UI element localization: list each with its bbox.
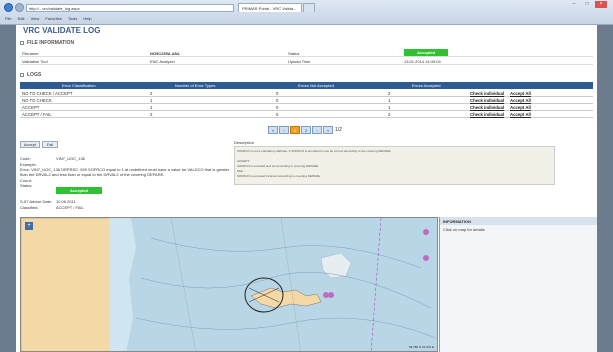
col-accepted: Errors Accepted bbox=[412, 83, 441, 88]
close-icon[interactable]: × bbox=[595, 1, 607, 8]
accept-all-link[interactable]: Accept All bbox=[510, 91, 531, 96]
description-line: SOFRCO is encoded and set according to c… bbox=[237, 164, 319, 168]
logs-table-header: Error Classification Number of Error Typ… bbox=[20, 82, 593, 89]
pager-page-2[interactable]: 2 bbox=[301, 126, 311, 134]
description-label: Description bbox=[234, 140, 255, 145]
back-icon[interactable] bbox=[4, 3, 13, 12]
accept-button[interactable]: Accept bbox=[20, 141, 40, 148]
cell-not-accepted: 0 bbox=[276, 105, 279, 110]
information-hint: Click on map for details bbox=[443, 227, 485, 232]
validation-tool-label: Validation Tool bbox=[22, 59, 48, 64]
information-title: INFORMATION bbox=[440, 217, 597, 225]
col-types: Number of Error Types bbox=[175, 83, 216, 88]
filename-value: NO5C255A.ANL bbox=[150, 51, 181, 56]
maximize-icon[interactable]: □ bbox=[581, 1, 593, 8]
collapse-icon bbox=[20, 72, 24, 77]
description-line bbox=[237, 154, 552, 158]
cell-classification: NO TO CHECK bbox=[22, 98, 52, 103]
pager-page-1[interactable]: 1 bbox=[290, 126, 300, 134]
table-row: NO TO CHECK 1 0 1 Check individual Accept All bbox=[20, 97, 593, 104]
cell-accepted: 2 bbox=[388, 91, 391, 96]
accept-all-link[interactable]: Accept All bbox=[510, 98, 531, 103]
pager-last[interactable]: » bbox=[323, 126, 333, 134]
check-individual-link[interactable]: Check individual bbox=[470, 91, 504, 96]
pager-next[interactable]: › bbox=[312, 126, 322, 134]
validation-tool-value: ENC Analyzer bbox=[150, 59, 175, 64]
cell-types: 2 bbox=[150, 112, 153, 117]
minimize-icon[interactable]: – bbox=[568, 1, 580, 8]
map-canvas[interactable] bbox=[21, 218, 438, 352]
code-row: Code: VIN7_UOC_136 bbox=[20, 156, 85, 161]
file-info-header[interactable]: FILE INFORMATION bbox=[20, 40, 74, 46]
cell-not-accepted: 0 bbox=[276, 112, 279, 117]
cell-not-accepted: 0 bbox=[276, 98, 279, 103]
cell-not-accepted: 0 bbox=[276, 91, 279, 96]
cell-accepted: 1 bbox=[388, 105, 391, 110]
upload-time-value: 13.01.2014 14:49:04 bbox=[404, 59, 441, 64]
cell-classification: ACCEPT bbox=[22, 105, 40, 110]
col-not-accepted: Errors Not Accepted bbox=[298, 83, 334, 88]
pager-first[interactable]: « bbox=[268, 126, 278, 134]
check-individual-link[interactable]: Check individual bbox=[470, 112, 504, 117]
zoom-in-button[interactable]: + bbox=[25, 222, 33, 230]
status-label: Status bbox=[288, 51, 300, 56]
check-individual-link[interactable]: Check individual bbox=[470, 98, 504, 103]
page-content: VRC VALIDATE LOG FILE INFORMATION Filena… bbox=[16, 25, 597, 352]
page-title: VRC VALIDATE LOG bbox=[23, 26, 101, 35]
forward-icon[interactable] bbox=[15, 3, 24, 12]
menu-tools[interactable]: Tools bbox=[68, 16, 77, 21]
menu-help[interactable]: Help bbox=[83, 16, 91, 21]
file-info-row-1: Filename NO5C255A.ANL Status Accepted bbox=[20, 49, 593, 57]
description-box: SOFRCO is not a mandatory attribute. If … bbox=[234, 146, 555, 185]
table-row: ACCEPT 1 0 1 Check individual Accept All bbox=[20, 104, 593, 111]
detail-status-label: Status: bbox=[20, 183, 33, 188]
menu-file[interactable]: File bbox=[5, 16, 11, 21]
code-value: VIN7_UOC_136 bbox=[56, 156, 85, 161]
advise-date-value: 10.06.2011 bbox=[56, 199, 76, 204]
cell-classification: ACCEPT / FAIL bbox=[22, 112, 52, 117]
menu-view[interactable]: View bbox=[31, 16, 40, 21]
cell-classification: NO TO CHECK / ACCEPT bbox=[22, 91, 73, 96]
description-line: SOFRCO is not a mandatory attribute. If … bbox=[237, 149, 392, 153]
collapse-icon bbox=[20, 40, 24, 45]
cell-accepted: 2 bbox=[388, 112, 391, 117]
table-row: ACCEPT / FAIL 2 0 2 Check individual Accept A… bbox=[20, 111, 593, 118]
cell-types: 2 bbox=[150, 91, 153, 96]
logs-header[interactable]: LOGS bbox=[20, 72, 41, 78]
classified-row: Classified: ACCEPT / FAIL bbox=[20, 205, 84, 210]
file-info-row-2: Validation Tool ENC Analyzer Upload Time… bbox=[20, 58, 593, 65]
upload-time-label: Upload Time bbox=[288, 59, 311, 64]
check-individual-link[interactable]: Check individual bbox=[470, 105, 504, 110]
example-text-2: than the DRVAL2 and less than or equal t… bbox=[20, 172, 165, 177]
status-badge: Accepted bbox=[404, 49, 448, 56]
tab-new[interactable] bbox=[303, 3, 315, 12]
cell-types: 1 bbox=[150, 105, 153, 110]
cell-types: 1 bbox=[150, 98, 153, 103]
description-line: FAIL: bbox=[237, 169, 245, 173]
menu-edit[interactable]: Edit bbox=[18, 16, 25, 21]
accept-all-link[interactable]: Accept All bbox=[510, 105, 531, 110]
chart-map[interactable]: + 59.786 N 10.472 E bbox=[20, 217, 438, 352]
description-line: SOFRCO is encoded incorrect according to… bbox=[237, 174, 321, 178]
tab-active[interactable]: PRIMAR Portal - VRC Valida... bbox=[238, 3, 302, 12]
detail-status-badge: Accepted bbox=[56, 187, 102, 194]
cell-accepted: 1 bbox=[388, 98, 391, 103]
accept-all-link[interactable]: Accept All bbox=[510, 112, 531, 117]
col-classification: Error Classification bbox=[62, 83, 96, 88]
classified-value: ACCEPT / FAIL bbox=[56, 205, 84, 210]
description-line: ACCEPT: bbox=[237, 159, 250, 163]
menu-bar: File Edit View Favorites Tools Help bbox=[0, 16, 92, 24]
fail-button[interactable]: Fail bbox=[42, 141, 58, 148]
filename-label: Filename bbox=[22, 51, 39, 56]
advise-date-row: S-57 Advise Date: 10.06.2011 bbox=[20, 199, 76, 204]
pager-summary: 1/2 bbox=[335, 127, 342, 133]
browser-chrome: http://...vrc/validate_log.aspx PRIMAR P… bbox=[0, 0, 613, 25]
address-bar[interactable]: http://...vrc/validate_log.aspx bbox=[26, 4, 234, 12]
pager-prev[interactable]: ‹ bbox=[279, 126, 289, 134]
map-coords: 59.786 N 10.472 E bbox=[408, 345, 434, 349]
table-row: NO TO CHECK / ACCEPT 2 0 2 Check individual A… bbox=[20, 90, 593, 97]
information-panel: INFORMATION Click on map for details bbox=[439, 217, 597, 352]
menu-favorites[interactable]: Favorites bbox=[45, 16, 61, 21]
